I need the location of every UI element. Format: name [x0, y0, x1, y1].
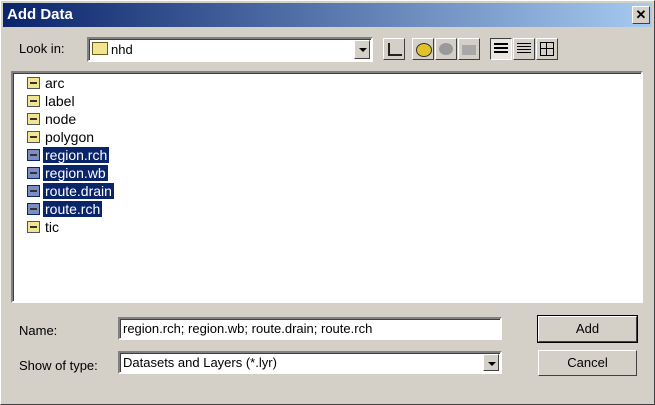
coverage-route-icon	[27, 185, 40, 197]
up-one-level-button[interactable]	[383, 38, 405, 60]
look-in-label: Look in:	[19, 41, 65, 56]
list-item-label: tic	[45, 219, 59, 235]
disconnect-folder-button[interactable]	[435, 38, 457, 60]
list-item-label: region.rch	[43, 147, 110, 163]
add-data-dialog: Add Data ✕ Look in: nhd arc label node poly…	[0, 0, 655, 405]
coverage-region-icon	[27, 149, 40, 161]
new-folder-button[interactable]	[458, 38, 480, 60]
list-item[interactable]: polygon	[27, 129, 96, 147]
list-view-button[interactable]	[490, 38, 512, 60]
list-item[interactable]: region.wb	[27, 165, 108, 183]
disconnect-folder-icon	[439, 43, 453, 55]
list-item-label: arc	[45, 75, 65, 91]
up-arrow-icon	[388, 43, 402, 56]
list-item-label: route.drain	[43, 183, 114, 199]
connect-folder-icon	[416, 43, 432, 57]
details-view-button[interactable]	[513, 38, 535, 60]
close-button[interactable]: ✕	[632, 6, 650, 24]
show-of-type-dropdown-arrow[interactable]	[483, 354, 499, 371]
coverage-region-icon	[27, 167, 40, 179]
folder-icon	[92, 42, 108, 55]
list-item[interactable]: node	[27, 111, 78, 129]
thumbnails-view-icon	[540, 42, 554, 56]
file-list[interactable]: arc label node polygon region.rch region.wb ro…	[11, 71, 643, 303]
show-of-type-combo[interactable]: Datasets and Layers (*.lyr)	[118, 351, 502, 374]
name-input-value: region.rch; region.wb; route.drain; rout…	[123, 321, 373, 336]
coverage-polygon-icon	[27, 131, 40, 143]
new-folder-icon	[462, 45, 476, 55]
list-item[interactable]: region.rch	[27, 147, 110, 165]
look-in-dropdown-arrow[interactable]	[354, 40, 370, 59]
coverage-route-icon	[27, 203, 40, 215]
list-item[interactable]: tic	[27, 219, 61, 237]
list-item[interactable]: arc	[27, 75, 66, 93]
coverage-tic-icon	[27, 221, 40, 233]
list-item-label: label	[45, 93, 75, 109]
list-view-icon	[494, 43, 508, 55]
list-item-label: polygon	[45, 129, 95, 145]
look-in-value: nhd	[111, 42, 133, 57]
connect-to-folder-button[interactable]	[412, 38, 434, 60]
coverage-label-icon	[27, 95, 40, 107]
cancel-button[interactable]: Cancel	[538, 350, 637, 376]
coverage-arc-icon	[27, 77, 40, 89]
list-item-label: route.rch	[43, 201, 103, 217]
add-button[interactable]: Add	[537, 315, 638, 343]
coverage-node-icon	[27, 113, 40, 125]
dialog-title: Add Data	[7, 6, 73, 23]
list-item[interactable]: route.rch	[27, 201, 103, 219]
details-view-icon	[517, 43, 531, 55]
list-item-label: node	[45, 111, 77, 127]
show-of-type-value: Datasets and Layers (*.lyr)	[123, 355, 277, 370]
thumbnails-view-button[interactable]	[536, 38, 558, 60]
list-item[interactable]: label	[27, 93, 77, 111]
list-item[interactable]: route.drain	[27, 183, 114, 201]
look-in-combo[interactable]: nhd	[87, 37, 373, 62]
list-item-label: region.wb	[43, 165, 108, 181]
name-label: Name:	[19, 323, 58, 338]
title-bar[interactable]: Add Data ✕	[3, 3, 652, 27]
show-of-type-label: Show of type:	[19, 358, 98, 373]
name-input[interactable]: region.rch; region.wb; route.drain; rout…	[118, 317, 502, 340]
